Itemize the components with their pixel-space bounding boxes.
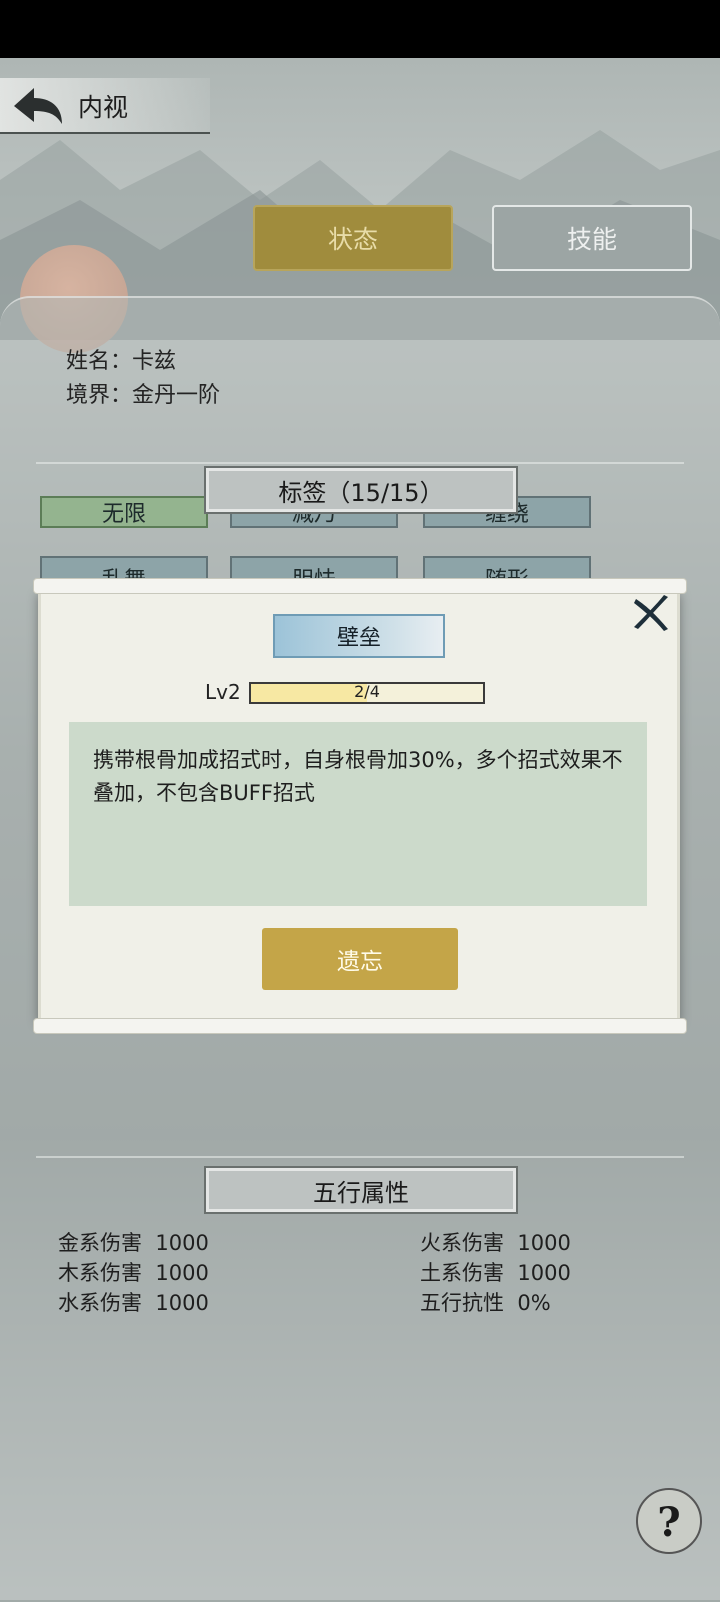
skill-detail-modal: 壁垒 Lv2 2/4 携带根骨加成招式时，自身根骨加30%，多个招式效果不叠加，… xyxy=(33,578,687,1034)
skill-description: 携带根骨加成招式时，自身根骨加30%，多个招式效果不叠加，不包含BUFF招式 xyxy=(93,748,623,805)
back-arrow-icon[interactable] xyxy=(10,84,66,128)
scroll-rod-bottom xyxy=(33,1018,687,1034)
tab-skill[interactable]: 技能 xyxy=(492,205,692,271)
svg-text:?: ? xyxy=(657,1499,680,1546)
stat-label: 金系伤害 xyxy=(58,1231,142,1255)
character-name: 姓名：卡兹 xyxy=(66,349,177,374)
character-realm: 境界：金丹一阶 xyxy=(66,383,221,408)
stat-label: 土系伤害 xyxy=(420,1261,504,1285)
stat-value: 1000 xyxy=(517,1231,571,1255)
forget-button[interactable]: 遗忘 xyxy=(262,928,458,990)
stat-label: 火系伤害 xyxy=(420,1231,504,1255)
tags-section-title-overlay: 标签（15/15） xyxy=(204,466,518,514)
stat-water: 水系伤害 1000 xyxy=(58,1287,209,1317)
elements-section-title: 五行属性 xyxy=(204,1166,518,1214)
skill-name-plate: 壁垒 xyxy=(273,614,445,658)
level-progress-text: 2/4 xyxy=(354,682,380,701)
skill-description-box: 携带根骨加成招式时，自身根骨加30%，多个招式效果不叠加，不包含BUFF招式 xyxy=(69,722,647,906)
close-icon[interactable] xyxy=(630,593,674,633)
help-icon[interactable]: ? xyxy=(634,1486,704,1556)
stat-metal: 金系伤害 1000 xyxy=(58,1227,209,1257)
tab-status[interactable]: 状态 xyxy=(253,205,453,271)
level-progress-bar: 2/4 xyxy=(249,682,485,704)
stat-resistance: 五行抗性 0% xyxy=(420,1287,551,1317)
stat-fire: 火系伤害 1000 xyxy=(420,1227,571,1257)
top-bar: 内视 xyxy=(0,78,210,134)
stat-label: 木系伤害 xyxy=(58,1261,142,1285)
stat-label: 五行抗性 xyxy=(420,1291,504,1315)
skill-level: Lv2 xyxy=(205,680,241,704)
tag-item[interactable]: 无限 xyxy=(40,496,208,528)
stat-label: 水系伤害 xyxy=(58,1291,142,1315)
stat-value: 1000 xyxy=(155,1231,209,1255)
stat-wood: 木系伤害 1000 xyxy=(58,1257,209,1287)
divider xyxy=(36,1156,684,1158)
stat-value: 0% xyxy=(517,1291,551,1315)
stat-value: 1000 xyxy=(155,1291,209,1315)
scroll-rod-top xyxy=(33,578,687,594)
stat-value: 1000 xyxy=(155,1261,209,1285)
divider xyxy=(36,462,684,464)
stat-earth: 土系伤害 1000 xyxy=(420,1257,571,1287)
stat-value: 1000 xyxy=(517,1261,571,1285)
status-bar xyxy=(0,0,720,58)
page-title: 内视 xyxy=(78,93,129,122)
